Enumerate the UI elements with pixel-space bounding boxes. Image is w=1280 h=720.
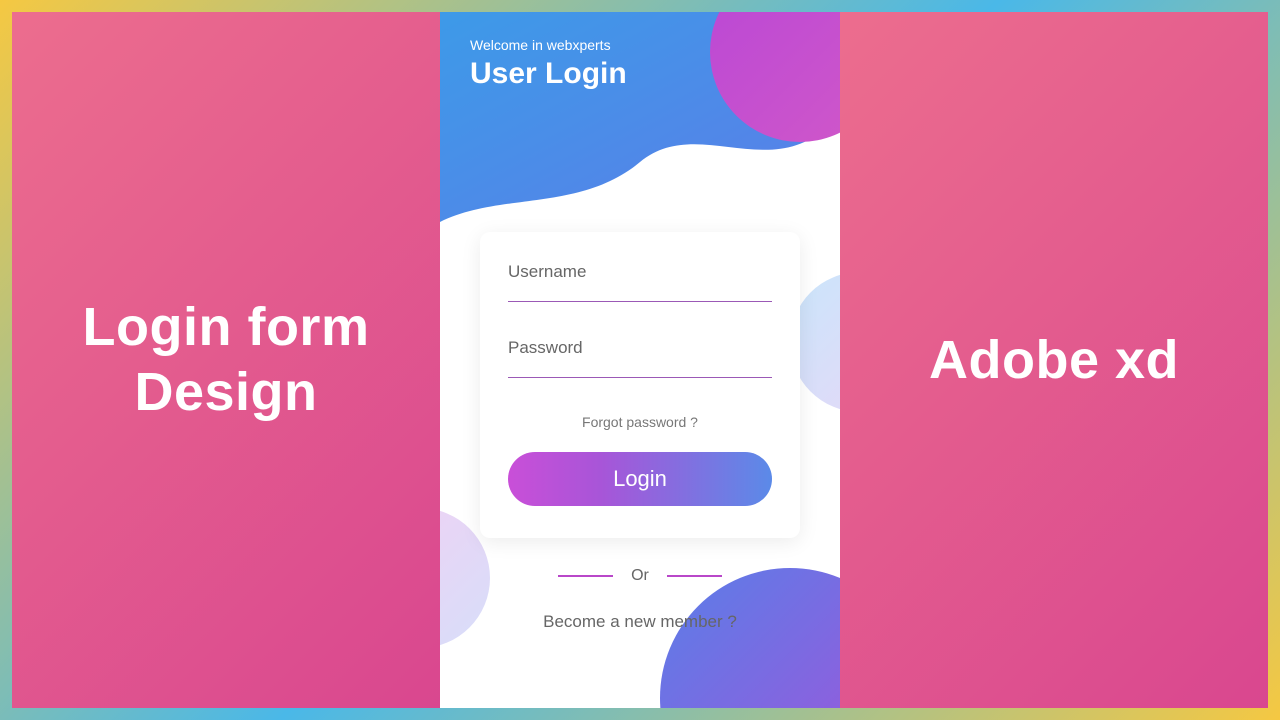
password-input[interactable] [508,377,772,378]
left-panel: Login form Design [12,12,440,708]
password-group: Password [508,338,772,386]
header-content: Welcome in webxperts User Login [470,37,627,91]
phone-mockup: Welcome in webxperts User Login Username… [440,12,840,708]
divider-line-left [558,575,613,577]
right-panel: Adobe xd [840,12,1268,708]
password-label: Password [508,338,772,358]
decorative-bubble-bottom-right [660,568,840,708]
or-text: Or [631,567,649,585]
page-title: User Login [470,57,627,91]
login-card: Username Password Forgot password ? Logi… [480,232,800,538]
left-panel-text: Login form Design [83,295,370,425]
welcome-text: Welcome in webxperts [470,37,627,53]
right-panel-text: Adobe xd [929,328,1179,393]
login-button[interactable]: Login [508,452,772,506]
username-group: Username [508,262,772,310]
divider-line-right [667,575,722,577]
forgot-password-link[interactable]: Forgot password ? [508,414,772,430]
signup-link[interactable]: Become a new member ? [440,612,840,632]
username-label: Username [508,262,772,282]
main-container: Login form Design Welcome in webxperts U… [12,12,1268,708]
or-divider: Or [440,567,840,585]
username-input[interactable] [508,301,772,302]
